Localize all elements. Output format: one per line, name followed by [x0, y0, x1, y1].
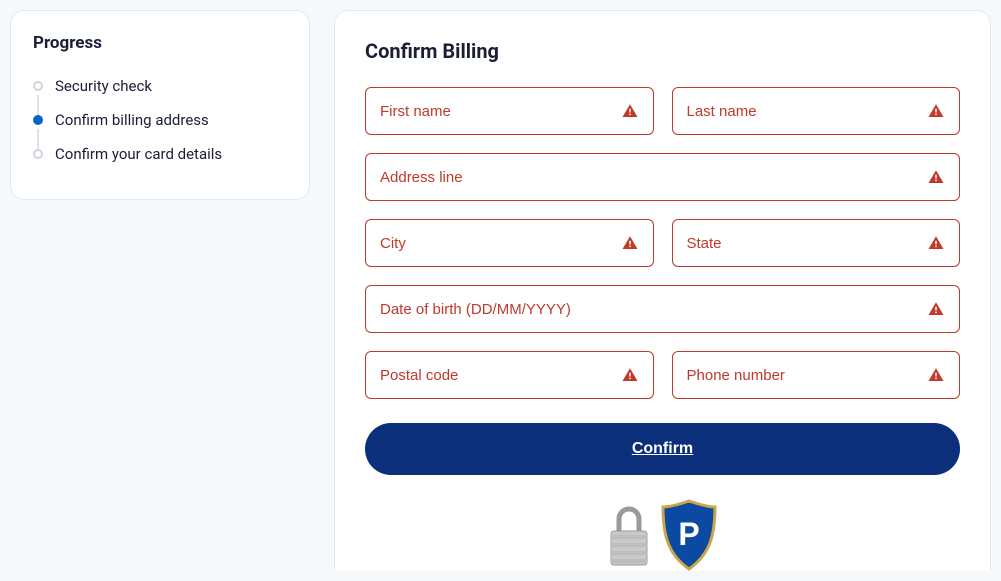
postal-code-field[interactable]: [380, 367, 609, 384]
paypal-shield-icon: P: [657, 497, 721, 573]
city-field[interactable]: [380, 235, 609, 252]
city-field-wrap: [365, 219, 654, 267]
billing-form: Confirm: [365, 87, 960, 475]
address-field-wrap: [365, 153, 960, 201]
billing-panel: Confirm Billing: [334, 10, 991, 571]
progress-dot-icon: [33, 115, 43, 125]
warning-icon: [927, 300, 945, 318]
dob-field-wrap: [365, 285, 960, 333]
warning-icon: [927, 102, 945, 120]
progress-sidebar: Progress Security check Confirm billing …: [10, 10, 310, 200]
warning-icon: [621, 234, 639, 252]
dob-field[interactable]: [380, 301, 915, 318]
last-name-field-wrap: [672, 87, 961, 135]
progress-title: Progress: [33, 33, 287, 53]
progress-step-security: Security check: [33, 69, 287, 103]
progress-step-billing: Confirm billing address: [33, 103, 287, 137]
state-field-wrap: [672, 219, 961, 267]
confirm-button[interactable]: Confirm: [365, 423, 960, 475]
progress-step-label: Confirm billing address: [55, 111, 209, 129]
state-field[interactable]: [687, 235, 916, 252]
progress-dot-icon: [33, 149, 43, 159]
progress-list: Security check Confirm billing address C…: [33, 69, 287, 171]
warning-icon: [621, 102, 639, 120]
lock-icon: [605, 499, 653, 571]
progress-step-card: Confirm your card details: [33, 137, 287, 171]
first-name-field[interactable]: [380, 103, 609, 120]
shield-letter: P: [678, 516, 699, 552]
progress-step-label: Confirm your card details: [55, 145, 222, 163]
warning-icon: [621, 366, 639, 384]
progress-step-label: Security check: [55, 77, 152, 95]
warning-icon: [927, 366, 945, 384]
first-name-field-wrap: [365, 87, 654, 135]
warning-icon: [927, 234, 945, 252]
postal-code-field-wrap: [365, 351, 654, 399]
address-field[interactable]: [380, 169, 915, 186]
phone-field-wrap: [672, 351, 961, 399]
progress-dot-icon: [33, 81, 43, 91]
warning-icon: [927, 168, 945, 186]
phone-field[interactable]: [687, 367, 916, 384]
page-title: Confirm Billing: [365, 39, 960, 63]
trust-badges: P: [605, 497, 721, 573]
last-name-field[interactable]: [687, 103, 916, 120]
